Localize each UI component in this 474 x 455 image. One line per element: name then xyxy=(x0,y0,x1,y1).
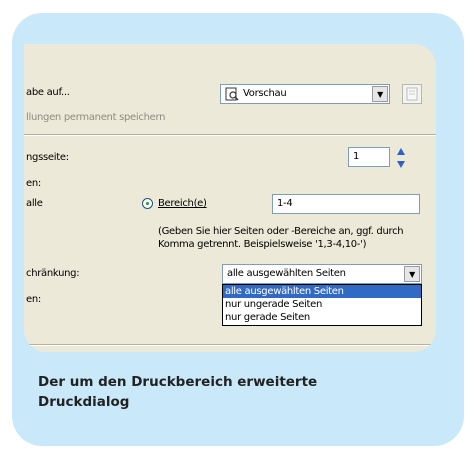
dropdown-option-even[interactable]: nur gerade Seiten xyxy=(223,311,421,324)
range-hint-line1: (Geben Sie hier Seiten oder -Bereiche an… xyxy=(158,226,404,237)
range-header: en: xyxy=(26,178,41,189)
chevron-down-icon[interactable]: ▼ xyxy=(404,266,420,282)
caption-line: Druckdialog xyxy=(38,394,130,410)
range-hint-line2: Komma getrennt. Beispielsweise '1,3-4,10… xyxy=(158,239,367,250)
page-value: 1 xyxy=(353,151,360,162)
copies-label: en: xyxy=(26,294,41,305)
restriction-label: chränkung: xyxy=(26,268,80,279)
printer-settings-button[interactable] xyxy=(402,84,422,104)
divider xyxy=(24,344,436,346)
print-dialog-screenshot: abe auf... Vorschau ▼ llungen permanent … xyxy=(24,44,436,352)
spinner-arrows-icon[interactable] xyxy=(396,147,406,169)
all-pages-label[interactable]: alle xyxy=(26,198,43,209)
output-label: abe auf... xyxy=(26,87,70,98)
restriction-select-value: alle ausgewählten Seiten xyxy=(227,268,346,279)
divider xyxy=(24,134,436,136)
range-value: 1-4 xyxy=(277,198,293,209)
restriction-select[interactable]: alle ausgewählten Seiten ▼ xyxy=(222,264,422,284)
dropdown-option-all[interactable]: alle ausgewählten Seiten xyxy=(223,285,421,298)
restriction-dropdown-list: alle ausgewählten Seiten nur ungerade Se… xyxy=(222,284,422,326)
chevron-down-icon[interactable]: ▼ xyxy=(372,86,388,102)
range-radio[interactable] xyxy=(142,198,153,209)
output-select-value: Vorschau xyxy=(243,88,287,99)
output-select[interactable]: Vorschau ▼ xyxy=(220,84,390,104)
dropdown-option-odd[interactable]: nur ungerade Seiten xyxy=(223,298,421,311)
save-permanent-label[interactable]: llungen permanent speichern xyxy=(26,112,165,123)
printer-settings-icon xyxy=(406,87,418,101)
print-preview-icon xyxy=(225,87,239,101)
page-spinner-input[interactable]: 1 xyxy=(348,147,390,167)
range-radio-label[interactable]: Bereich(e) xyxy=(158,198,207,209)
caption-line: Der um den Druckbereich erweiterte xyxy=(38,374,318,390)
page-label: ngsseite: xyxy=(26,152,69,163)
range-input[interactable]: 1-4 xyxy=(272,194,420,214)
figure-caption: Der um den Druckbereich erweiterte Druck… xyxy=(38,372,428,412)
